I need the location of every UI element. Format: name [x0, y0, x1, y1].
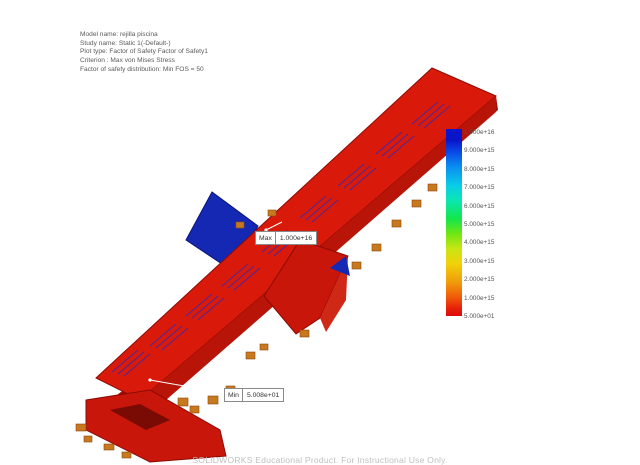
min-callout-tag: Min [225, 389, 243, 401]
fos-legend-colorbar [446, 129, 462, 316]
max-callout-tag: Max [256, 232, 276, 244]
legend-label: 5.000e+15 [464, 220, 495, 228]
fos-model-render[interactable] [0, 0, 640, 465]
legend-label: 4.000e+15 [464, 239, 495, 247]
legend-label: 5.000e+01 [464, 312, 495, 320]
legend-label: 2.000e+15 [464, 276, 495, 284]
min-callout-value: 5.008e+01 [246, 391, 280, 399]
min-marker [148, 378, 152, 382]
legend-label: 7.000e+15 [464, 184, 495, 192]
legend-label: 1.000e+16 [464, 129, 495, 136]
fos-legend-labels: 1.000e+16 9.000e+15 8.000e+15 7.000e+15 … [464, 124, 494, 326]
educational-watermark: SOLIDWORKS Educational Product. For Inst… [192, 455, 448, 465]
beam-end-block [85, 389, 227, 463]
legend-label: 3.000e+15 [464, 257, 495, 265]
graphics-viewport[interactable]: Model name: rejilla piscina Study name: … [0, 0, 640, 465]
min-callout[interactable]: Min 5.008e+01 [224, 388, 285, 402]
max-callout-value: 1.000e+16 [279, 234, 313, 242]
legend-label: 9.000e+15 [464, 147, 495, 155]
legend-label: 8.000e+15 [464, 165, 495, 173]
max-callout[interactable]: Max 1.000e+16 [255, 231, 318, 245]
legend-label: 6.000e+15 [464, 202, 495, 210]
legend-label: 1.000e+15 [464, 294, 495, 302]
